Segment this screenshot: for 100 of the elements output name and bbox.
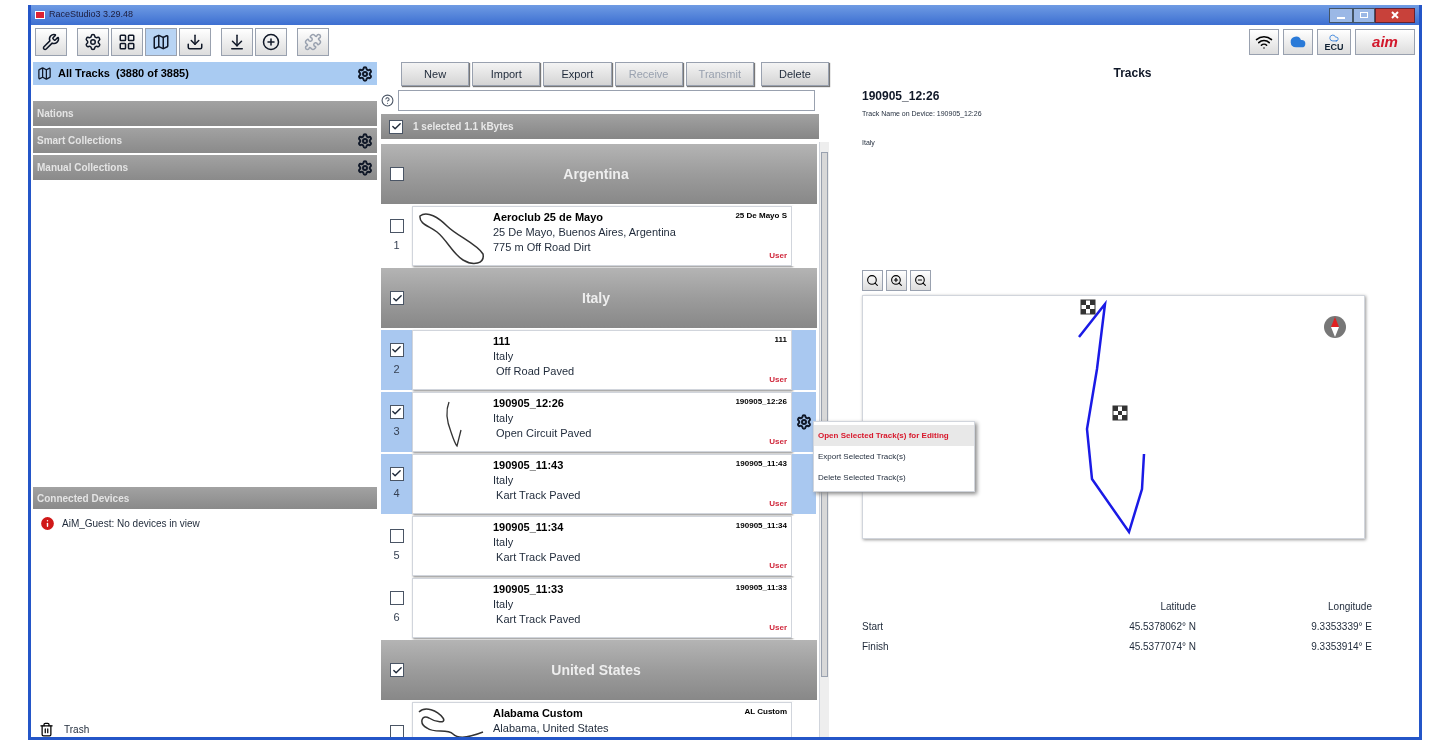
window-title: RaceStudio3 3.29.48 bbox=[49, 8, 134, 22]
track-location: Italy bbox=[493, 473, 515, 488]
cloud-icon bbox=[1290, 34, 1306, 50]
toolbar-button[interactable] bbox=[111, 28, 143, 56]
track-card[interactable]: Alabama Custom Alabama, United States AL Custom bbox=[412, 702, 792, 737]
trash-item[interactable]: Trash bbox=[33, 722, 377, 737]
column-header: Longitude bbox=[1327, 600, 1372, 614]
track-title: 190905_12:26 bbox=[862, 88, 941, 105]
track-name: 190905_12:26 bbox=[493, 396, 565, 411]
track-short-name: AL Custom bbox=[744, 706, 787, 718]
table-cell-text: Finish bbox=[862, 640, 890, 654]
zoom-fit-button[interactable] bbox=[862, 270, 883, 291]
table-cell-text: 45.5378062° N bbox=[1128, 620, 1196, 634]
track-type: Kart Track Paved bbox=[495, 488, 582, 503]
gear-icon[interactable] bbox=[357, 65, 373, 82]
error-icon bbox=[39, 515, 56, 532]
track-short-name: 25 De Mayo S bbox=[735, 210, 787, 222]
track-short-name: 111 bbox=[774, 334, 787, 346]
track-type: Open Circuit Paved bbox=[495, 426, 593, 441]
action-button[interactable]: Export bbox=[543, 62, 612, 86]
zoom-in-button[interactable] bbox=[886, 270, 907, 291]
track-card[interactable]: 190905_11:43 Italy Kart Track Paved 190905_11:43 User bbox=[412, 454, 792, 514]
row-number: 1 bbox=[393, 237, 400, 253]
grid-icon bbox=[118, 33, 136, 51]
gear-icon[interactable] bbox=[796, 414, 812, 430]
wifi-button[interactable] bbox=[1249, 29, 1279, 55]
logo-button[interactable]: aim bbox=[1355, 29, 1415, 55]
maximize-button[interactable] bbox=[1353, 7, 1375, 23]
help-icon bbox=[381, 93, 394, 107]
user-tag: User bbox=[769, 436, 787, 448]
user-tag: User bbox=[769, 622, 787, 634]
table-cell-text: 45.5377074° N bbox=[1128, 640, 1196, 654]
track-short-name: 190905_11:33 bbox=[735, 582, 787, 594]
search-field[interactable] bbox=[398, 89, 815, 111]
row-number: 2 bbox=[393, 361, 400, 377]
track-name: 111 bbox=[493, 334, 512, 349]
track-location: Alabama, United States bbox=[493, 721, 610, 736]
close-button[interactable] bbox=[1375, 7, 1415, 23]
track-name: Aeroclub 25 de Mayo bbox=[493, 210, 605, 225]
menu-item[interactable]: Open Selected Track(s) for Editing bbox=[814, 425, 974, 446]
track-type: 775 m Off Road Dirt bbox=[493, 240, 592, 255]
gear-icon[interactable] bbox=[357, 159, 373, 176]
toolbar-button[interactable] bbox=[145, 28, 177, 56]
cloud-button[interactable] bbox=[1283, 29, 1313, 55]
user-tag: User bbox=[769, 374, 787, 386]
table-cell-text: 9.3353914° E bbox=[1310, 640, 1372, 654]
user-tag: User bbox=[769, 250, 787, 262]
wifi-icon bbox=[1255, 33, 1273, 51]
app-icon bbox=[35, 11, 45, 19]
toolbar-button[interactable] bbox=[179, 28, 211, 56]
all-tracks-item[interactable]: All Tracks (3880 of 3885) bbox=[33, 62, 377, 85]
action-button[interactable]: Import bbox=[472, 62, 541, 86]
action-button[interactable]: Delete bbox=[760, 62, 830, 86]
zoom-in-icon bbox=[890, 274, 903, 287]
table-cell-text: Start bbox=[862, 620, 885, 634]
menu-item[interactable]: Export Selected Track(s) bbox=[814, 446, 974, 467]
gear-icon[interactable] bbox=[357, 132, 373, 149]
minimize-button[interactable] bbox=[1329, 7, 1353, 23]
track-name: 190905_11:33 bbox=[493, 582, 565, 597]
level-icon bbox=[228, 33, 246, 51]
puzzle-icon bbox=[304, 33, 322, 51]
track-type: Kart Track Paved bbox=[495, 550, 582, 565]
download-icon bbox=[186, 33, 204, 51]
tools-icon bbox=[42, 33, 60, 51]
search-icon bbox=[866, 274, 879, 287]
tracks-icon bbox=[37, 66, 52, 81]
checkered-flag-icon bbox=[1080, 299, 1096, 315]
toolbar-button[interactable] bbox=[221, 28, 253, 56]
track-name: Alabama Custom bbox=[493, 706, 584, 721]
track-card[interactable]: 111 Italy Off Road Paved 111 User bbox=[412, 330, 792, 390]
device-message: AiM_Guest: No devices in view bbox=[62, 517, 200, 531]
track-location: Italy bbox=[493, 535, 515, 550]
toolbar-button[interactable] bbox=[35, 28, 67, 56]
toolbar-button[interactable] bbox=[77, 28, 109, 56]
track-short-name: 190905_11:34 bbox=[735, 520, 787, 532]
row-number: 6 bbox=[393, 609, 400, 625]
compass-icon bbox=[1324, 316, 1346, 338]
track-card[interactable]: Aeroclub 25 de Mayo 25 De Mayo, Buenos Aires, Argentina 775 m Off Road Dirt 25 De Mayo S User bbox=[412, 206, 792, 266]
checkered-flag-icon bbox=[1112, 405, 1128, 421]
toolbar-button[interactable] bbox=[255, 28, 287, 56]
track-short-name: 190905_12:26 bbox=[735, 396, 787, 408]
action-button[interactable]: New bbox=[401, 62, 470, 86]
devices-header: Connected Devices bbox=[33, 487, 377, 509]
track-type: Off Road Paved bbox=[495, 364, 576, 379]
menu-item[interactable]: Delete Selected Track(s) bbox=[814, 467, 974, 488]
track-location: Italy bbox=[493, 349, 515, 364]
ecu-button[interactable]: ECU bbox=[1317, 29, 1351, 55]
all-tracks-label: All Tracks (3880 of 3885) bbox=[58, 66, 189, 82]
user-tag: User bbox=[769, 498, 787, 510]
column-header: Latitude bbox=[1159, 600, 1196, 614]
zoom-out-button[interactable] bbox=[910, 270, 931, 291]
row-number: 4 bbox=[393, 485, 400, 501]
track-card[interactable]: 190905_11:34 Italy Kart Track Paved 190905_11:34 User bbox=[412, 516, 792, 576]
track-location: 25 De Mayo, Buenos Aires, Argentina bbox=[493, 225, 677, 240]
row-number: 3 bbox=[393, 423, 400, 439]
track-card[interactable]: 190905_11:33 Italy Kart Track Paved 190905_11:33 User bbox=[412, 578, 792, 638]
settings-icon bbox=[84, 33, 102, 51]
track-card[interactable]: 190905_12:26 Italy Open Circuit Paved 190905_12:26 User bbox=[412, 392, 792, 452]
panel-title: Tracks bbox=[1113, 65, 1152, 82]
track-location: Italy bbox=[493, 411, 515, 426]
